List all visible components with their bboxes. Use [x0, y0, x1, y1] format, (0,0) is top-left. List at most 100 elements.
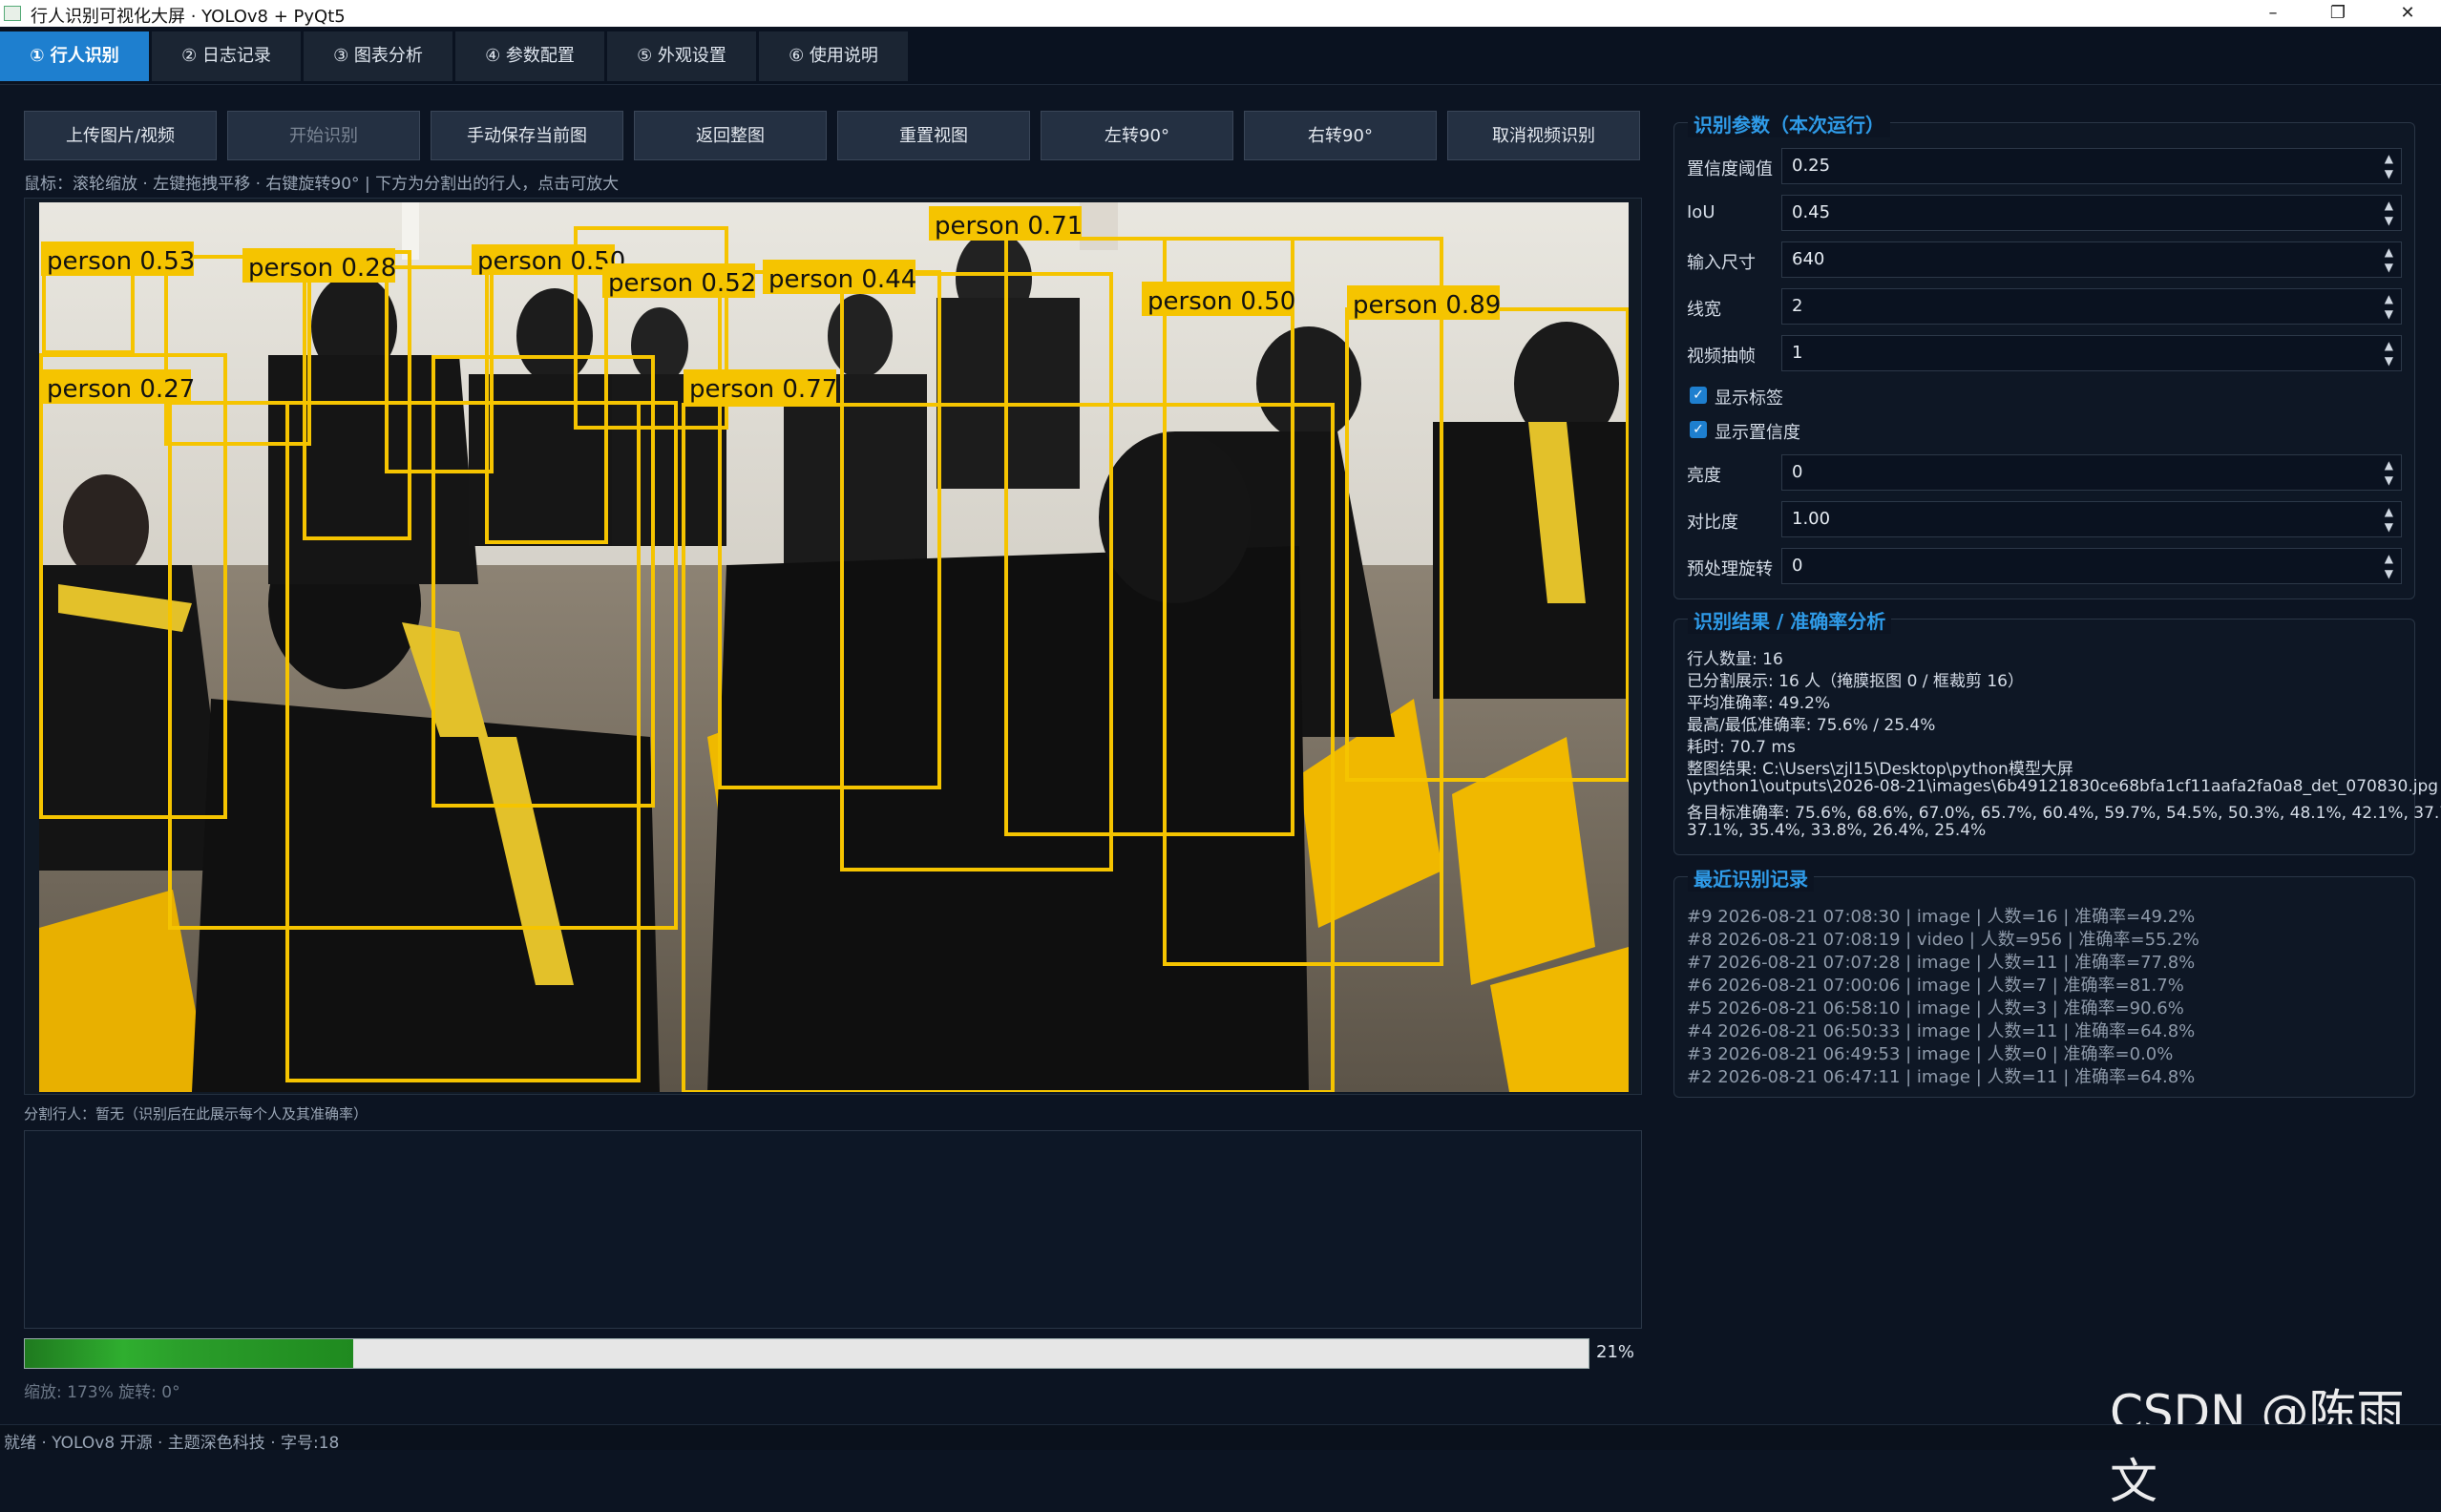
history-item[interactable]: #2 2026-08-21 06:47:11 | image | 人数=11 |… — [1687, 1063, 2195, 1088]
progress-bar — [24, 1338, 1589, 1369]
tab-chart-analysis[interactable]: ③ 图表分析 — [304, 32, 452, 81]
tab-help[interactable]: ⑥ 使用说明 — [759, 32, 908, 81]
results-title: 识别结果 / 准确率分析 — [1688, 606, 1892, 634]
segmentation-panel[interactable] — [24, 1130, 1642, 1329]
spin-up-icon[interactable]: ▲ — [2385, 459, 2393, 471]
result-line: 37.1%, 35.4%, 33.8%, 26.4%, 25.4% — [1687, 821, 1987, 840]
maximize-button[interactable]: ❐ — [2311, 0, 2365, 27]
det-label-6: person 0.71 — [935, 212, 1083, 241]
frame-skip-value: 1 — [1792, 343, 1803, 363]
param-label-imgsz: 输入尺寸 — [1687, 253, 1756, 273]
spin-up-icon[interactable]: ▲ — [2385, 246, 2393, 258]
conf-threshold-spinbox[interactable]: 0.25 ▲ ▼ — [1781, 148, 2402, 184]
history-item[interactable]: #9 2026-08-21 07:08:30 | image | 人数=16 |… — [1687, 903, 2195, 928]
history-item[interactable]: #4 2026-08-21 06:50:33 | image | 人数=11 |… — [1687, 1018, 2195, 1042]
history-item[interactable]: #5 2026-08-21 06:58:10 | image | 人数=3 | … — [1687, 995, 2184, 1019]
spin-up-icon[interactable]: ▲ — [2385, 506, 2393, 517]
cancel-video-button[interactable]: 取消视频识别 — [1447, 111, 1640, 160]
pre-rotation-spinbox[interactable]: 0 ▲ ▼ — [1781, 548, 2402, 584]
result-line: 整图结果: C:\Users\zjl15\Desktop\python模型大屏 — [1687, 760, 2073, 779]
history-item[interactable]: #3 2026-08-21 06:49:53 | image | 人数=0 | … — [1687, 1040, 2173, 1065]
tab-bar: ① 行人识别 ② 日志记录 ③ 图表分析 ④ 参数配置 ⑤ 外观设置 ⑥ 使用说… — [0, 27, 2441, 85]
line-width-spinbox[interactable]: 2 ▲ ▼ — [1781, 288, 2402, 325]
reset-view-button[interactable]: 重置视图 — [837, 111, 1030, 160]
progress-fill — [25, 1339, 353, 1368]
spin-down-icon[interactable]: ▼ — [2385, 568, 2393, 579]
spin-down-icon[interactable]: ▼ — [2385, 215, 2393, 226]
minimize-button[interactable]: – — [2246, 0, 2300, 27]
result-line: 平均准确率: 49.2% — [1687, 694, 1831, 713]
brightness-spinbox[interactable]: 0 ▲ ▼ — [1781, 454, 2402, 491]
det-label-4: person 0.52 — [608, 269, 756, 298]
input-size-spinbox[interactable]: 640 ▲ ▼ — [1781, 242, 2402, 278]
result-line: 最高/最低准确率: 75.6% / 25.4% — [1687, 716, 1936, 735]
start-detection-button[interactable]: 开始识别 — [227, 111, 420, 160]
progress-percent: 21% — [1596, 1342, 1635, 1362]
tab-appearance[interactable]: ⑤ 外观设置 — [607, 32, 756, 81]
result-line: 耗时: 70.7 ms — [1687, 738, 1796, 757]
spin-down-icon[interactable]: ▼ — [2385, 308, 2393, 320]
spin-up-icon[interactable]: ▲ — [2385, 340, 2393, 351]
history-item[interactable]: #7 2026-08-21 07:07:28 | image | 人数=11 |… — [1687, 949, 2195, 974]
history-item[interactable]: #8 2026-08-21 07:08:19 | video | 人数=956 … — [1687, 926, 2199, 951]
imgsz-value: 640 — [1792, 249, 1825, 269]
iou-spinbox[interactable]: 0.45 ▲ ▼ — [1781, 195, 2402, 231]
param-label-brightness: 亮度 — [1687, 466, 1721, 486]
app-icon — [4, 6, 21, 21]
mouse-hint: 鼠标：滚轮缩放 · 左键拖拽平移 · 右键旋转90° | 下方为分割出的行人，点… — [24, 175, 620, 194]
param-label-contrast: 对比度 — [1687, 513, 1738, 533]
brightness-value: 0 — [1792, 462, 1803, 482]
det-label-10: person 0.89 — [1353, 291, 1501, 320]
detection-image[interactable]: person 0.53 person 0.28 person 0.50 pers… — [39, 202, 1629, 1092]
show-labels-label: 显示标签 — [1715, 388, 1783, 409]
spin-down-icon[interactable]: ▼ — [2385, 168, 2393, 179]
contrast-spinbox[interactable]: 1.00 ▲ ▼ — [1781, 501, 2402, 537]
spin-up-icon[interactable]: ▲ — [2385, 293, 2393, 304]
contrast-value: 1.00 — [1792, 509, 1831, 529]
param-label-linewidth: 线宽 — [1687, 300, 1721, 320]
upload-button[interactable]: 上传图片/视频 — [24, 111, 217, 160]
param-label-iou: IoU — [1687, 202, 1715, 222]
spin-up-icon[interactable]: ▲ — [2385, 200, 2393, 211]
tab-param-config[interactable]: ④ 参数配置 — [455, 32, 604, 81]
result-line: 已分割展示: 16 人（掩膜抠图 0 / 框裁剪 16） — [1687, 672, 2024, 691]
pre-rotation-value: 0 — [1792, 556, 1803, 576]
segmentation-label: 分割行人：暂无（识别后在此展示每个人及其准确率） — [24, 1105, 368, 1123]
det-label-1: person 0.53 — [47, 247, 195, 276]
result-line: 各目标准确率: 75.6%, 68.6%, 67.0%, 65.7%, 60.4… — [1687, 804, 2441, 823]
zoom-rotation-status: 缩放: 173% 旋转: 0° — [24, 1383, 180, 1402]
spin-down-icon[interactable]: ▼ — [2385, 474, 2393, 486]
window-title: 行人识别可视化大屏 · YOLOv8 + PyQt5 — [31, 7, 346, 27]
back-to-full-button[interactable]: 返回整图 — [634, 111, 827, 160]
save-current-button[interactable]: 手动保存当前图 — [431, 111, 623, 160]
rotate-left-button[interactable]: 左转90° — [1041, 111, 1233, 160]
history-title: 最近识别记录 — [1688, 864, 1814, 892]
det-label-8: person 0.77 — [689, 375, 837, 404]
linewidth-value: 2 — [1792, 296, 1803, 316]
close-button[interactable]: ✕ — [2381, 0, 2434, 27]
image-viewer[interactable]: person 0.53 person 0.28 person 0.50 pers… — [24, 198, 1642, 1095]
spin-up-icon[interactable]: ▲ — [2385, 553, 2393, 564]
param-label-conf: 置信度阈值 — [1687, 159, 1773, 179]
det-label-2: person 0.28 — [248, 254, 396, 283]
det-label-5: person 0.44 — [768, 265, 916, 294]
tab-pedestrian-detection[interactable]: ① 行人识别 — [0, 32, 149, 81]
params-title: 识别参数（本次运行） — [1688, 110, 1890, 137]
conf-value: 0.25 — [1792, 156, 1831, 176]
photo-background — [39, 202, 1629, 1092]
param-label-frame-skip: 视频抽帧 — [1687, 346, 1756, 367]
show-labels-checkbox[interactable]: ✓ — [1690, 387, 1707, 404]
iou-value: 0.45 — [1792, 202, 1831, 222]
tab-logs[interactable]: ② 日志记录 — [152, 32, 301, 81]
rotate-right-button[interactable]: 右转90° — [1244, 111, 1437, 160]
show-conf-checkbox[interactable]: ✓ — [1690, 421, 1707, 438]
spin-down-icon[interactable]: ▼ — [2385, 262, 2393, 273]
status-text: 就绪 · YOLOv8 开源 · 主题深色科技 · 字号:18 — [4, 1434, 340, 1453]
frame-skip-spinbox[interactable]: 1 ▲ ▼ — [1781, 335, 2402, 371]
spin-up-icon[interactable]: ▲ — [2385, 153, 2393, 164]
spin-down-icon[interactable]: ▼ — [2385, 521, 2393, 533]
spin-down-icon[interactable]: ▼ — [2385, 355, 2393, 367]
history-item[interactable]: #6 2026-08-21 07:00:06 | image | 人数=7 | … — [1687, 972, 2184, 997]
status-bar: 就绪 · YOLOv8 开源 · 主题深色科技 · 字号:18 — [0, 1424, 2441, 1453]
window-title-bar: 行人识别可视化大屏 · YOLOv8 + PyQt5 – ❐ ✕ — [0, 0, 2441, 27]
